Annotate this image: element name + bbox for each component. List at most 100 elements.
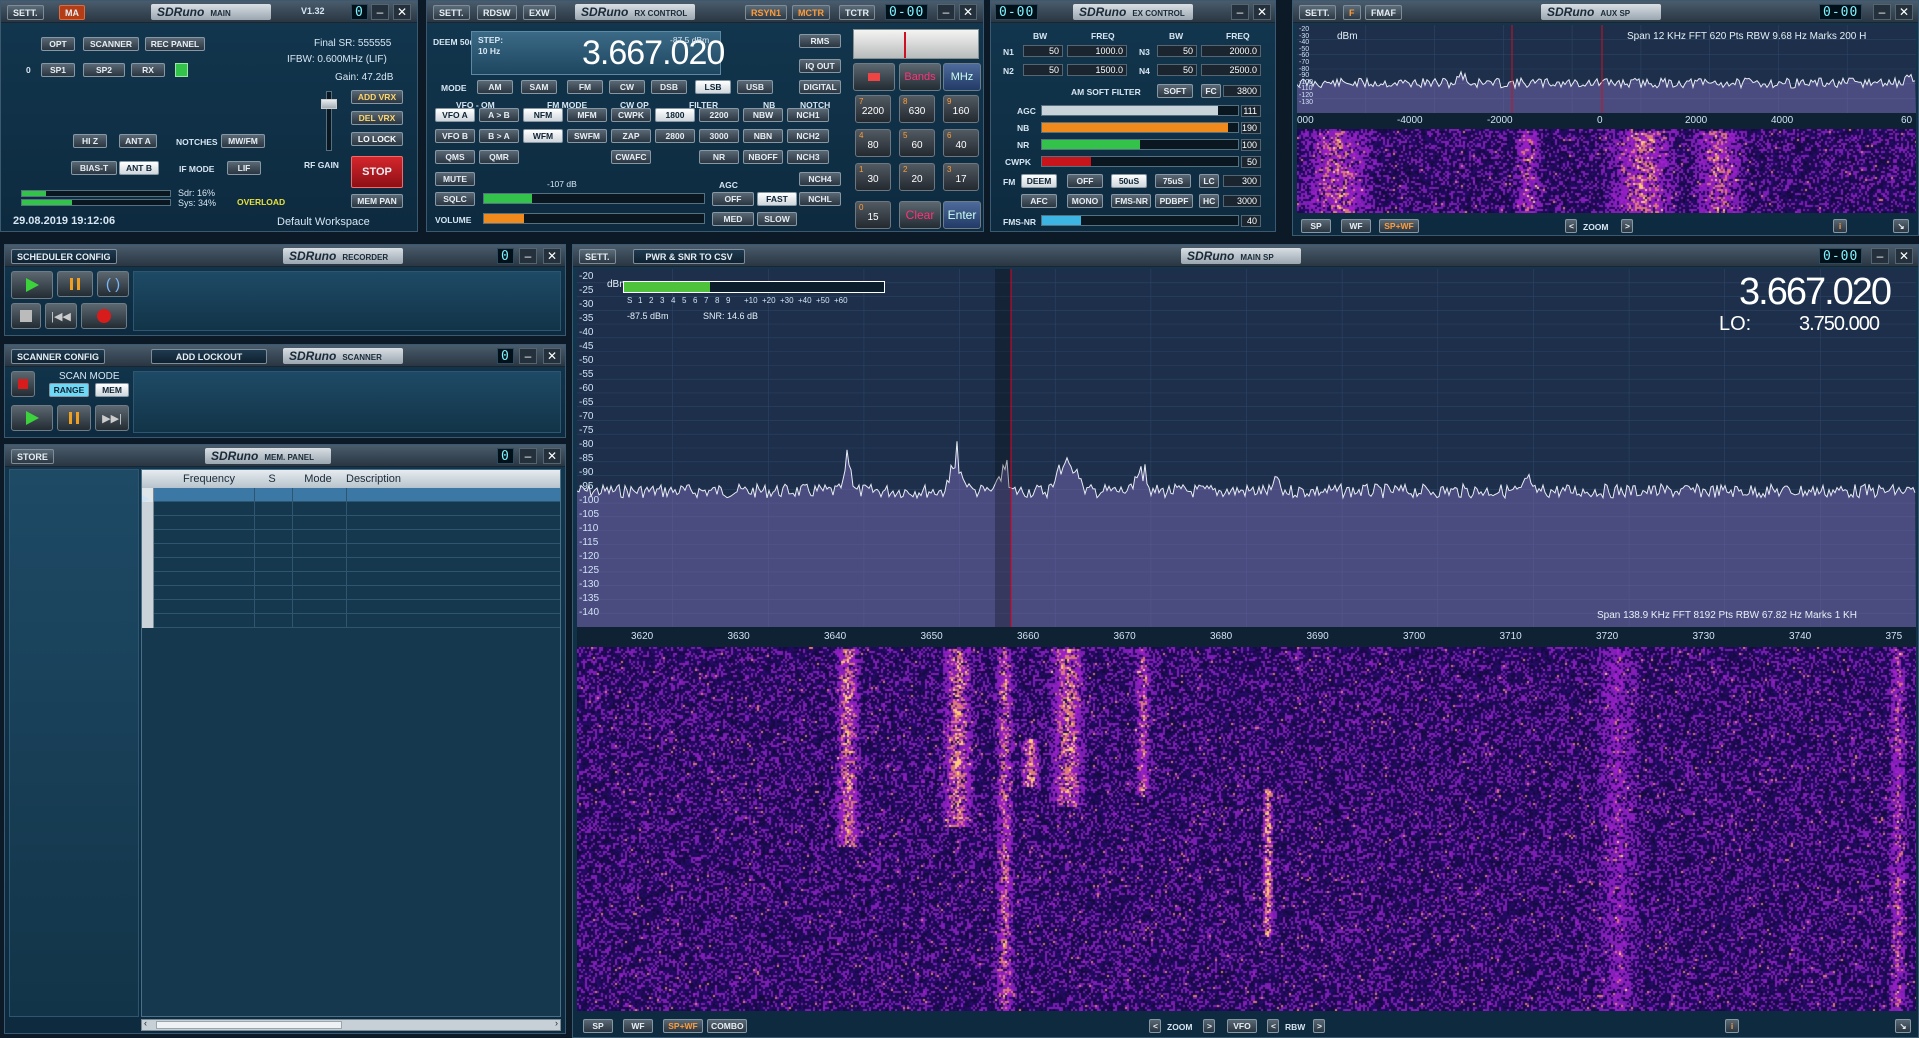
aux-wf-button[interactable]: WF [1341,219,1371,233]
deem-75us-button[interactable]: 75uS [1155,174,1191,188]
close-icon[interactable]: ✕ [1895,4,1913,20]
add-lockout-button[interactable]: ADD LOCKOUT [151,349,267,364]
table-row[interactable] [142,614,560,628]
rx-b-a-button[interactable]: B > A [479,129,519,143]
agc-off-button[interactable]: OFF [712,192,754,206]
row-header[interactable] [142,558,154,572]
rx-vfo-a-button[interactable]: VFO A [435,108,475,122]
rf-gain-slider-handle[interactable] [321,99,337,109]
record-rewind-button[interactable]: |◀◀ [45,303,77,329]
row-header[interactable] [142,516,154,530]
rx-3000-button[interactable]: 3000 [699,129,739,143]
row-header[interactable] [142,502,154,516]
n4-bw[interactable]: 50 [1157,64,1197,76]
deem-button[interactable]: DEEM [1021,174,1057,188]
afc-button[interactable]: AFC [1021,194,1057,208]
scan-play-button[interactable] [11,405,53,431]
rx-cwafc-button[interactable]: CWAFC [611,150,651,164]
mute-button[interactable]: MUTE [435,172,475,186]
bands-button[interactable]: Bands [899,63,941,91]
scheduler-config-button[interactable]: SCHEDULER CONFIG [11,249,117,264]
clear-button[interactable]: Clear [899,201,941,229]
aux-spwf-button[interactable]: SP+WF [1379,219,1419,233]
keypad-2-button[interactable]: 2 20 [899,163,935,191]
mainsp-vfo-button[interactable]: VFO [1227,1019,1257,1033]
ma-button[interactable]: MA [59,5,85,20]
mainsp-spwf-button[interactable]: SP+WF [663,1019,703,1033]
fc-button[interactable]: FC [1201,84,1221,98]
row-header[interactable] [142,586,154,600]
close-icon[interactable]: ✕ [543,348,561,364]
scroll-right-icon[interactable]: › [555,1018,558,1028]
close-icon[interactable]: ✕ [959,4,977,20]
minimize-icon[interactable]: – [1873,4,1891,20]
nchl-button[interactable]: NCHL [799,192,841,206]
rx-nch1-button[interactable]: NCH1 [787,108,829,122]
table-row[interactable] [142,530,560,544]
lo-lock-button[interactable]: LO LOCK [351,132,403,146]
aux-settings-button[interactable]: SETT. [1299,5,1336,20]
agc-med-button[interactable]: MED [712,212,754,226]
minimize-icon[interactable]: – [519,348,537,364]
table-row[interactable] [142,586,560,600]
anta-button[interactable]: ANT A [119,134,157,148]
rx-nch2-button[interactable]: NCH2 [787,129,829,143]
table-row[interactable]: ▸ [142,488,560,507]
aux-spectrum[interactable]: dBm Span 12 KHz FFT 620 Pts RBW 9.68 Hz … [1296,25,1916,113]
agc-slider[interactable] [1041,105,1239,116]
rec-panel-button[interactable]: REC PANEL [145,37,205,51]
aux-info-icon[interactable]: i [1833,219,1847,233]
minimize-icon[interactable]: – [519,248,537,264]
column-header-mode[interactable]: Mode [292,473,344,485]
digital-button[interactable]: DIGITAL [799,80,841,94]
nb-slider[interactable] [1041,122,1239,133]
mainsp-settings-button[interactable]: SETT. [579,249,616,264]
table-row[interactable] [142,600,560,614]
keypad-5-button[interactable]: 5 60 [899,129,935,157]
hc-button[interactable]: HC [1199,194,1219,208]
n2-freq[interactable]: 1500.0 [1067,64,1127,76]
frequency-display[interactable]: STEP: 10 Hz 3.667.020 -87.5 dBm [471,31,725,75]
keypad-8-button[interactable]: 8 630 [899,95,935,123]
n1-bw[interactable]: 50 [1023,45,1063,57]
keypad-7-button[interactable]: 7 2200 [855,95,891,123]
keypad-1-button[interactable]: 1 30 [855,163,891,191]
row-header[interactable] [142,572,154,586]
enter-button[interactable]: Enter [943,201,981,229]
record-stop-button[interactable] [11,303,41,329]
vfo-bandwidth-marker[interactable] [995,269,1011,627]
keypad-3-button[interactable]: 3 17 [943,163,979,191]
sqlc-button[interactable]: SQLC [435,192,475,206]
pdbpf-button[interactable]: PDBPF [1155,194,1193,208]
f-button[interactable]: F [1343,5,1361,20]
rx-a-b-button[interactable]: A > B [479,108,519,122]
main-waterfall[interactable] [577,647,1916,1011]
rx-nbw-button[interactable]: NBW [743,108,783,122]
rx-2800-button[interactable]: 2800 [655,129,695,143]
deem-off-button[interactable]: OFF [1067,174,1103,188]
mainsp-zoom-in-icon[interactable]: > [1203,1019,1215,1033]
table-row[interactable] [142,558,560,572]
mem-scrollbar[interactable]: ‹ › [141,1018,561,1031]
del-vrx-button[interactable]: DEL VRX [351,111,403,125]
mem-folder-tree[interactable] [9,469,139,1017]
exw-button[interactable]: EXW [523,5,556,20]
row-header[interactable] [142,544,154,558]
row-header[interactable] [142,600,154,614]
sqlc-slider[interactable] [483,193,705,204]
main-spectrum[interactable]: -20 -25 -30 -35 -40 -45 -50 -55 -60 -65 -70 -75 -80 -… [576,269,1916,627]
tctr-button[interactable]: TCTR [839,5,875,20]
rdsw-button[interactable]: RDSW [477,5,517,20]
rx-nr-button[interactable]: NR [699,150,739,164]
mem-scrollbar-thumb[interactable] [156,1021,342,1029]
record-play-button[interactable] [11,271,53,299]
rbw-up-icon[interactable]: > [1313,1019,1325,1033]
rx-wfm-button[interactable]: WFM [523,129,563,143]
fmaf-button[interactable]: FMAF [1365,5,1402,20]
aux-waterfall[interactable] [1297,129,1916,213]
mono-button[interactable]: MONO [1067,194,1103,208]
column-header-description[interactable]: Description [346,473,546,485]
scan-mem-button[interactable]: MEM [95,383,129,397]
n2-bw[interactable]: 50 [1023,64,1063,76]
mainsp-resize-icon[interactable]: ↘ [1895,1019,1911,1033]
